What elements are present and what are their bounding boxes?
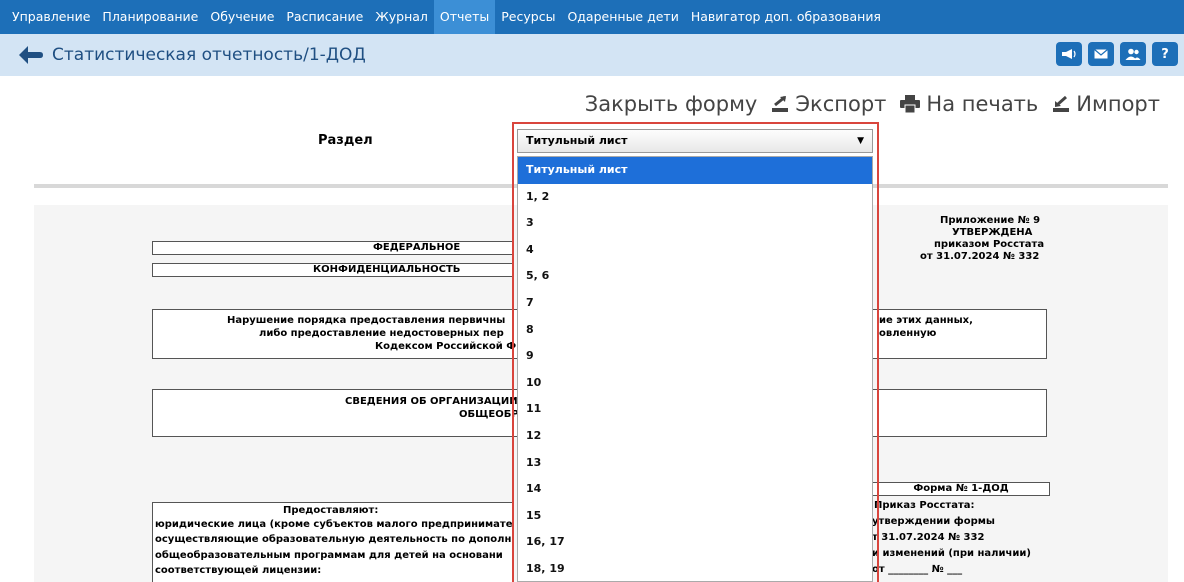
section-select-value: Титульный лист <box>526 134 628 147</box>
section-option[interactable]: 18, 19 <box>518 556 872 581</box>
export-label: Экспорт <box>795 92 887 116</box>
appendix-line: Приложение № 9 <box>940 215 1041 226</box>
section-option[interactable]: 12 <box>518 423 872 450</box>
close-form-button[interactable]: Закрыть форму <box>585 92 758 116</box>
confidential-text: КОНФИДЕНЦИАЛЬНОСТЬ ГАРАНТИР <box>313 264 461 275</box>
federal-header-text: ФЕДЕРАЛЬНОЕ СТАТИСТ <box>373 242 461 253</box>
megaphone-icon[interactable] <box>1056 42 1082 66</box>
section-option[interactable]: 8 <box>518 317 872 344</box>
nav-item-education[interactable]: Обучение <box>204 0 280 34</box>
appendix-line: от 31.07.2024 № 332 <box>920 251 1040 262</box>
page-title: Статистическая отчетность/1-ДОД <box>52 45 366 65</box>
section-options-list[interactable]: Титульный лист 1, 2 3 4 5, 6 7 8 9 10 11… <box>517 156 873 582</box>
section-option[interactable]: 14 <box>518 476 872 503</box>
form-info-line: Приказ Росстата: <box>874 500 975 511</box>
back-arrow-icon[interactable] <box>16 40 46 70</box>
nav-item-schedule[interactable]: Расписание <box>280 0 369 34</box>
providers-title: Предоставляют: <box>283 505 379 516</box>
page-header: Статистическая отчетность/1-ДОД ? <box>0 34 1184 76</box>
providers-line: соответствующей лицензии: <box>155 565 322 576</box>
section-label: Раздел <box>318 133 373 148</box>
section-option[interactable]: 11 <box>518 396 872 423</box>
nav-item-planning[interactable]: Планирование <box>96 0 204 34</box>
appendix-line: приказом Росстата <box>934 239 1045 250</box>
section-option[interactable]: 5, 6 <box>518 263 872 290</box>
providers-line: осуществляющие образовательную деятельно… <box>155 534 512 545</box>
users-icon[interactable] <box>1120 42 1146 66</box>
section-option[interactable]: 4 <box>518 237 872 264</box>
violation-line: овленную <box>879 328 937 339</box>
section-option[interactable]: 3 <box>518 210 872 237</box>
export-button[interactable]: Экспорт <box>771 92 886 116</box>
form-info-line: утверждении формы <box>872 516 995 527</box>
org-info-line: ОБЩЕОБР <box>459 409 519 420</box>
import-button[interactable]: Импорт <box>1052 92 1160 116</box>
violation-line: Нарушение порядка предоставления первичн… <box>227 315 506 326</box>
import-icon <box>1052 95 1070 113</box>
close-form-label: Закрыть форму <box>584 92 758 116</box>
section-option[interactable]: 13 <box>518 450 872 477</box>
form-number-box: Форма № 1-ДОД <box>872 482 1050 496</box>
violation-line: либо предоставление недостоверных пер <box>259 328 504 339</box>
section-option[interactable]: 10 <box>518 370 872 397</box>
org-info-line: СВЕДЕНИЯ ОБ ОРГАНИЗАЦИИ <box>345 396 518 407</box>
print-button[interactable]: На печать <box>900 92 1038 116</box>
form-info-line: т 31.07.2024 № 332 <box>872 532 985 543</box>
nav-item-management[interactable]: Управление <box>6 0 96 34</box>
nav-item-reports[interactable]: Отчеты <box>433 0 496 34</box>
federal-header-box: ФЕДЕРАЛЬНОЕ СТАТИСТ <box>152 241 514 255</box>
section-option[interactable]: 7 <box>518 290 872 317</box>
print-label: На печать <box>926 92 1039 116</box>
print-icon <box>900 95 921 113</box>
export-icon <box>771 95 789 113</box>
appendix-line: УТВЕРЖДЕНА <box>952 227 1033 238</box>
section-option[interactable]: 9 <box>518 343 872 370</box>
nav-item-journal[interactable]: Журнал <box>369 0 434 34</box>
nav-item-navigator[interactable]: Навигатор доп. образования <box>685 0 887 34</box>
violation-line: ие этих данных, <box>879 315 973 326</box>
form-info-line: от ________ № ___ <box>872 564 963 575</box>
providers-line: юридические лица (кроме субъектов малого… <box>155 519 513 530</box>
top-navigation: Управление Планирование Обучение Расписа… <box>0 0 1184 34</box>
violation-line: Кодексом Российской Ф <box>375 341 517 352</box>
providers-line: общеобразовательным программам для детей… <box>155 550 503 561</box>
section-option[interactable]: 1, 2 <box>518 184 872 211</box>
section-option[interactable]: 15 <box>518 503 872 530</box>
mail-icon[interactable] <box>1088 42 1114 66</box>
nav-item-gifted-children[interactable]: Одаренные дети <box>561 0 684 34</box>
section-option[interactable]: Титульный лист <box>518 157 872 184</box>
help-icon[interactable]: ? <box>1152 42 1178 66</box>
section-option[interactable]: 16, 17 <box>518 529 872 556</box>
nav-item-resources[interactable]: Ресурсы <box>495 0 561 34</box>
confidential-box: КОНФИДЕНЦИАЛЬНОСТЬ ГАРАНТИР <box>152 263 514 277</box>
form-number-text: Форма № 1-ДОД <box>913 483 1009 494</box>
caret-down-icon: ▼ <box>857 136 864 146</box>
form-info-line: и изменений (при наличии) <box>872 548 1031 559</box>
header-icon-group: ? <box>1056 42 1178 66</box>
import-label: Импорт <box>1076 92 1160 116</box>
form-actions: Закрыть форму Экспорт На печать Импорт <box>585 92 1160 116</box>
providers-box: Предоставляют: юридические лица (кроме с… <box>152 502 514 582</box>
section-select[interactable]: Титульный лист ▼ <box>517 129 873 153</box>
